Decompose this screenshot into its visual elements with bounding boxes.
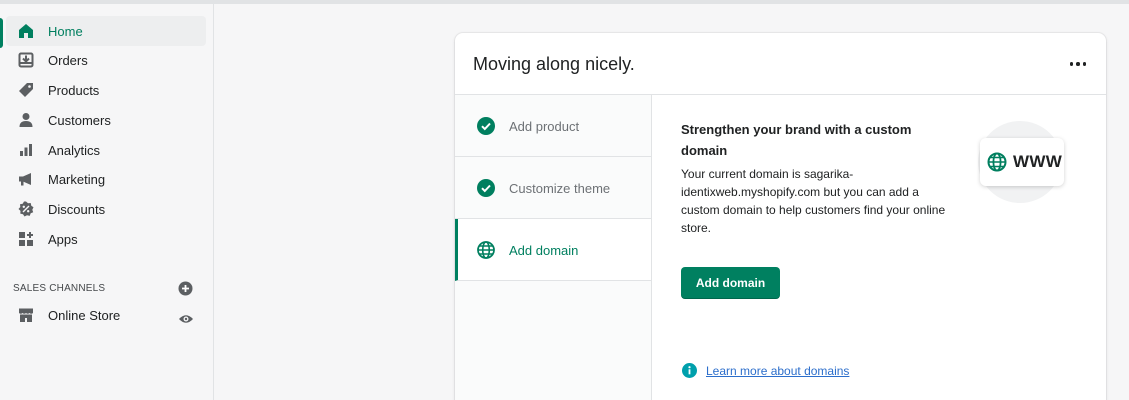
sales-channels-heading: SALES CHANNELS <box>13 283 106 294</box>
detail-heading: Strengthen your brand with a custom doma… <box>681 122 912 158</box>
sidebar-item-label: Apps <box>48 231 78 247</box>
domain-illustration: WWW <box>980 138 1064 186</box>
sidebar-item-online-store[interactable]: Online Store <box>6 300 206 330</box>
home-icon <box>16 21 36 41</box>
detail-body: Your current domain is sagarika-identixw… <box>681 167 946 235</box>
sidebar-item-label: Home <box>48 23 83 39</box>
more-dot-icon <box>1069 62 1074 66</box>
step-label: Add domain <box>509 243 579 258</box>
step-customize-theme[interactable]: Customize theme <box>455 157 651 219</box>
learn-more-link[interactable]: Learn more about domains <box>706 364 849 378</box>
globe-icon <box>477 241 495 259</box>
add-sales-channel-icon[interactable] <box>178 281 193 296</box>
info-icon <box>682 363 697 378</box>
sidebar: Home Orders Products Customers Analytics… <box>0 4 214 400</box>
eye-icon[interactable] <box>178 311 194 327</box>
sidebar-item-label: Analytics <box>48 142 101 158</box>
store-icon <box>16 305 36 325</box>
globe-icon <box>987 152 1007 172</box>
sidebar-item-label: Discounts <box>48 201 106 217</box>
sidebar-item-analytics[interactable]: Analytics <box>6 135 206 165</box>
apps-icon <box>16 229 36 249</box>
tag-icon <box>16 80 36 100</box>
sidebar-item-marketing[interactable]: Marketing <box>6 164 206 194</box>
sidebar-item-products[interactable]: Products <box>6 75 206 105</box>
sidebar-item-label: Marketing <box>48 171 106 187</box>
step-detail: Strengthen your brand with a custom doma… <box>681 119 951 237</box>
active-indicator <box>0 18 3 48</box>
sidebar-item-label: Products <box>48 82 100 98</box>
sidebar-item-customers[interactable]: Customers <box>6 105 206 135</box>
check-circle-icon <box>477 179 495 197</box>
orders-icon <box>16 50 36 70</box>
more-dot-icon <box>1076 62 1080 66</box>
sidebar-item-home[interactable]: Home <box>6 16 206 46</box>
step-label: Add product <box>509 119 580 134</box>
setup-steps: Add product Customize theme Add domain <box>455 95 652 400</box>
sidebar-item-label: Customers <box>48 112 111 128</box>
discount-icon <box>16 199 36 219</box>
add-domain-button[interactable]: Add domain <box>681 267 780 299</box>
card-header: Moving along nicely. <box>455 33 1106 95</box>
megaphone-icon <box>16 169 36 189</box>
step-add-product[interactable]: Add product <box>455 95 651 157</box>
person-icon <box>16 110 36 130</box>
more-dot-icon <box>1082 62 1087 66</box>
sidebar-item-label: Orders <box>48 52 88 68</box>
check-circle-icon <box>477 117 495 135</box>
learn-more: Learn more about domains <box>682 363 849 378</box>
sidebar-item-orders[interactable]: Orders <box>6 45 206 75</box>
sidebar-item-discounts[interactable]: Discounts <box>6 194 206 224</box>
sidebar-item-label: Online Store <box>48 307 121 323</box>
bar-chart-icon <box>16 140 36 160</box>
more-actions-button[interactable] <box>1068 57 1088 71</box>
step-label: Customize theme <box>509 181 611 196</box>
sidebar-item-apps[interactable]: Apps <box>6 224 206 254</box>
setup-guide-card: Moving along nicely. Add product Customi… <box>455 33 1106 400</box>
card-title: Moving along nicely. <box>473 54 635 74</box>
step-add-domain[interactable]: Add domain <box>455 219 651 281</box>
www-text: WWW <box>1013 152 1063 171</box>
